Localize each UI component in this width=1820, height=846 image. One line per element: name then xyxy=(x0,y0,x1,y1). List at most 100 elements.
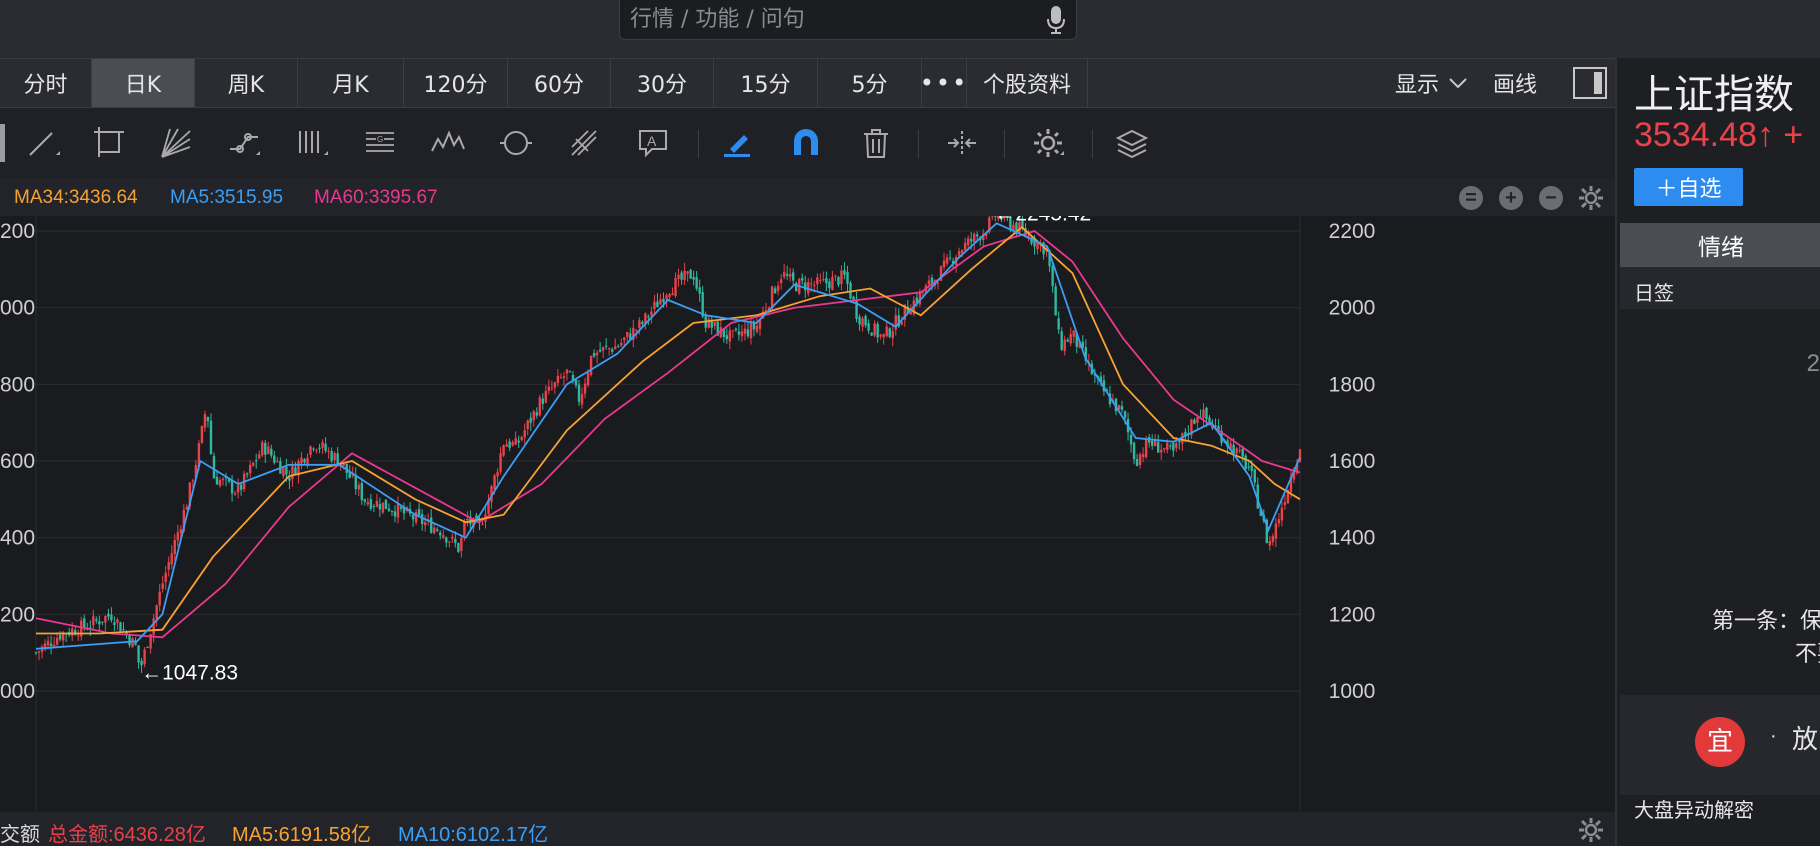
candle-body xyxy=(710,321,713,328)
search-input[interactable] xyxy=(620,0,1020,38)
candle-body xyxy=(544,391,548,403)
cycle-tool-icon[interactable] xyxy=(498,125,534,161)
display-menu[interactable]: 显示 xyxy=(1395,67,1439,99)
search-box[interactable] xyxy=(619,0,1077,40)
channel-tool-icon[interactable] xyxy=(226,125,262,161)
tab-intraday[interactable]: 分时 xyxy=(0,59,92,107)
annotation-tool-icon[interactable]: A xyxy=(636,125,672,161)
y-tick-label-right: 1400 xyxy=(1329,527,1376,550)
layers-icon[interactable] xyxy=(1114,125,1150,161)
chart-settings-icon[interactable] xyxy=(1578,185,1604,211)
candle-body xyxy=(698,287,701,294)
candle-body xyxy=(448,541,451,543)
microphone-icon[interactable] xyxy=(1046,5,1066,35)
candle-body xyxy=(607,348,611,350)
candle-body xyxy=(258,454,261,459)
tab-daily-k[interactable]: 日K xyxy=(92,59,195,107)
candle-body xyxy=(128,635,131,646)
highlighter-icon[interactable] xyxy=(720,125,756,161)
rectangle-tool-icon[interactable] xyxy=(92,125,128,161)
y-tick-label-right: 1200 xyxy=(1329,603,1376,626)
daily-sign-number: 2 xyxy=(1806,350,1820,377)
candle-body xyxy=(1208,417,1211,423)
candle-body xyxy=(728,330,732,342)
candle-body xyxy=(1247,466,1250,468)
fan-tool-icon[interactable] xyxy=(158,125,194,161)
split-view-icon[interactable] xyxy=(944,125,980,161)
candle-body xyxy=(396,503,400,518)
fib-tool-icon[interactable] xyxy=(566,125,602,161)
wave-tool-icon[interactable] xyxy=(430,125,466,161)
tab-5min[interactable]: 5分 xyxy=(818,59,922,107)
toolbar-separator xyxy=(918,130,919,158)
candle-body xyxy=(1135,459,1139,466)
candle-body xyxy=(858,316,861,325)
volume-ma5: MA5:6191.58亿 xyxy=(232,824,371,846)
candle-body xyxy=(547,386,551,391)
candle-body xyxy=(239,484,243,490)
settings-icon[interactable] xyxy=(1030,125,1066,161)
chevron-down-icon[interactable] xyxy=(1447,76,1469,90)
advice-text: 放 xyxy=(1792,725,1819,755)
tab-60min[interactable]: 60分 xyxy=(508,59,611,107)
candle-body xyxy=(1160,449,1163,453)
tab-30min[interactable]: 30分 xyxy=(611,59,714,107)
candle-body xyxy=(414,512,418,523)
vertical-lines-tool-icon[interactable] xyxy=(294,125,330,161)
candle-body xyxy=(95,619,98,621)
trash-icon[interactable] xyxy=(858,125,894,161)
tab-stock-profile[interactable]: 个股资料 xyxy=(967,59,1088,107)
zoom-in-icon[interactable]: + xyxy=(1499,186,1523,210)
text-lines-tool-icon[interactable]: G xyxy=(362,125,398,161)
market-anomaly-title[interactable]: 大盘异动解密 xyxy=(1634,794,1754,823)
tab-120min[interactable]: 120分 xyxy=(404,59,508,107)
candle-body xyxy=(221,478,225,481)
collapse-icon[interactable]: = xyxy=(1459,186,1483,210)
candle-body xyxy=(1120,406,1124,410)
candle-body xyxy=(218,480,222,486)
tab-more[interactable]: ••• xyxy=(920,59,967,107)
y-tick-label-right: 1000 xyxy=(1329,680,1376,703)
candle-body xyxy=(846,272,849,284)
candle-body xyxy=(98,621,101,625)
volume-ma10: MA10:6102.17亿 xyxy=(398,824,549,846)
yi-badge: 宜 xyxy=(1695,717,1745,767)
extreme-value-label: ←2245.42 xyxy=(994,216,1091,226)
candle-body xyxy=(288,477,291,481)
candle-body xyxy=(312,448,315,450)
candle-body xyxy=(1066,339,1069,342)
candle-body xyxy=(1205,407,1208,420)
candle-body xyxy=(387,508,391,511)
candle-body xyxy=(604,345,608,347)
zoom-out-icon[interactable]: − xyxy=(1539,186,1563,210)
tab-monthly-k[interactable]: 月K xyxy=(298,59,404,107)
tab-weekly-k[interactable]: 周K xyxy=(195,59,298,107)
candle-body xyxy=(375,500,379,507)
volume-settings-icon[interactable] xyxy=(1578,817,1604,843)
ma34-value: MA34:3436.64 xyxy=(14,187,138,208)
candle-body xyxy=(617,346,620,348)
line-tool-icon[interactable] xyxy=(26,125,62,161)
drawing-toolbar: G A xyxy=(0,108,1615,178)
panel-toggle-icon[interactable] xyxy=(1573,67,1607,99)
add-watchlist-button[interactable]: ＋自选 xyxy=(1634,168,1743,206)
candle-body xyxy=(499,453,502,472)
daily-sign-header: 日签 xyxy=(1620,267,1820,309)
candle-body xyxy=(707,318,710,328)
candle-body xyxy=(390,511,394,513)
kline-chart-svg[interactable]: 200 2200 000 2000 800 1800 600 1600 400 1400 200 12… xyxy=(0,216,1615,812)
candle-body xyxy=(505,444,508,447)
kline-chart[interactable]: 200 2200 000 2000 800 1800 600 1600 400 1400 200 12… xyxy=(0,216,1615,812)
y-tick-label-left: 800 xyxy=(0,373,35,396)
candle-body xyxy=(206,416,210,422)
candle-body xyxy=(1235,448,1238,454)
candle-body xyxy=(840,270,843,284)
candle-body xyxy=(315,449,318,451)
tab-mood[interactable]: 情绪 xyxy=(1620,223,1820,267)
draw-line-menu[interactable]: 画线 xyxy=(1493,67,1537,99)
ma-legend-bar: MA34:3436.64 MA5:3515.95 MA60:3395.67 = … xyxy=(0,178,1615,216)
candle-body xyxy=(1241,448,1244,457)
magnet-icon[interactable] xyxy=(788,125,824,161)
tab-15min[interactable]: 15分 xyxy=(714,59,818,107)
candle-body xyxy=(1271,536,1275,542)
